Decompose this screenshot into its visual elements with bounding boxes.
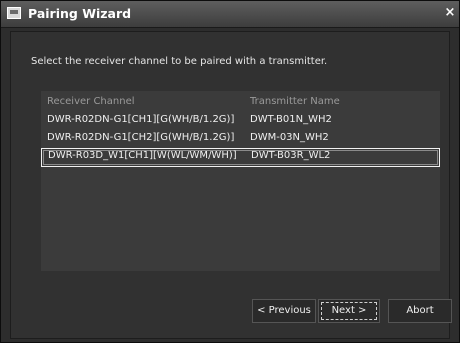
list-row[interactable]: DWR-R02DN-G1[CH2][G(WH/B/1.2G)] DWM-03N_… <box>41 130 440 148</box>
app-icon <box>7 7 21 19</box>
next-button[interactable]: Next > <box>318 299 380 323</box>
transmitter-name-cell: DWT-B03R_WL2 <box>251 150 331 161</box>
column-header-receiver-channel[interactable]: Receiver Channel <box>47 96 135 107</box>
receiver-channel-cell: DWR-R02DN-G1[CH2][G(WH/B/1.2G)] <box>47 132 235 143</box>
previous-button[interactable]: < Previous <box>252 299 316 323</box>
instruction-text: Select the receiver channel to be paired… <box>31 56 328 67</box>
transmitter-name-cell: DWT-B01N_WH2 <box>250 114 332 125</box>
receiver-channel-cell: DWR-R02DN-G1[CH1][G(WH/B/1.2G)] <box>47 114 235 125</box>
channel-list[interactable]: Receiver Channel Transmitter Name DWR-R0… <box>41 91 440 271</box>
window-title: Pairing Wizard <box>28 6 132 21</box>
list-row[interactable]: DWR-R02DN-G1[CH1][G(WH/B/1.2G)] DWT-B01N… <box>41 112 440 130</box>
abort-button[interactable]: Abort <box>388 299 452 323</box>
list-header: Receiver Channel Transmitter Name <box>41 94 440 112</box>
receiver-channel-cell: DWR-R03D_W1[CH1][W(WL/WM/WH)] <box>48 150 237 161</box>
list-row-selected[interactable]: DWR-R03D_W1[CH1][W(WL/WM/WH)] DWT-B03R_W… <box>41 148 440 167</box>
transmitter-name-cell: DWM-03N_WH2 <box>250 132 329 143</box>
close-icon[interactable]: × <box>443 3 457 23</box>
title-bar[interactable]: Pairing Wizard × <box>1 1 459 28</box>
column-header-transmitter-name[interactable]: Transmitter Name <box>250 96 340 107</box>
